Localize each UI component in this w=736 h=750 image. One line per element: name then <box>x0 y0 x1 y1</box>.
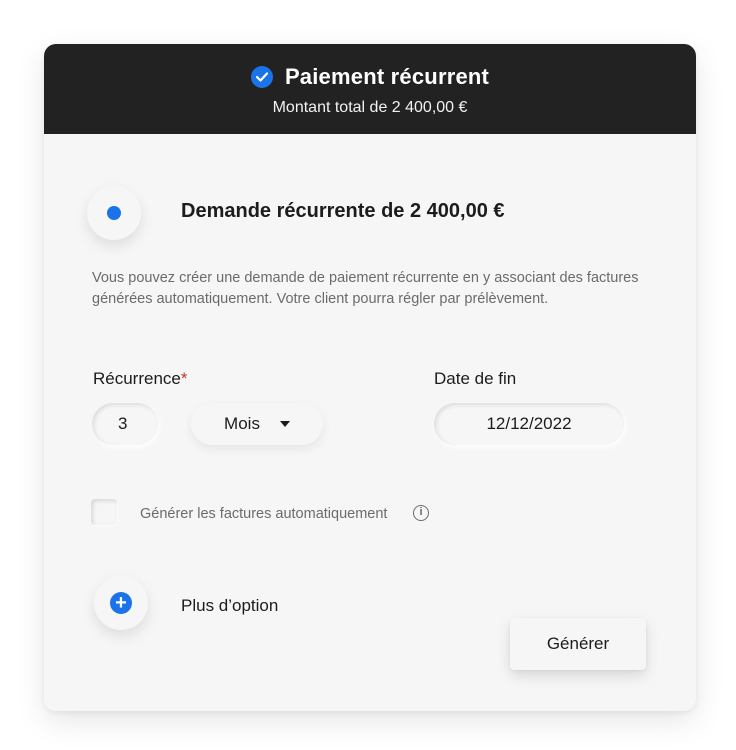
recurrence-count-input[interactable]: 3 <box>92 403 158 445</box>
info-icon[interactable]: i <box>413 505 429 521</box>
end-date-input[interactable]: 12/12/2022 <box>434 403 624 445</box>
end-date-value: 12/12/2022 <box>486 414 572 433</box>
generate-button[interactable]: Générer <box>510 618 646 670</box>
recurring-option-radio[interactable] <box>87 186 141 240</box>
recurrence-label: Récurrence* <box>93 369 188 389</box>
more-options-label[interactable]: Plus d’option <box>181 596 278 616</box>
payment-card: Paiement récurrent Montant total de 2 40… <box>44 44 696 711</box>
required-mark: * <box>180 369 188 388</box>
recurrence-label-text: Récurrence <box>93 369 181 388</box>
plus-circle-icon: + <box>110 592 132 614</box>
auto-invoices-label: Générer les factures automatiquement <box>140 506 388 522</box>
more-options-button[interactable]: + <box>94 576 148 630</box>
option-description: Vous pouvez créer une demande de paiemen… <box>92 270 639 307</box>
recurrence-count-value: 3 <box>118 414 128 433</box>
check-circle-icon <box>250 66 273 88</box>
header-title-row: Paiement récurrent <box>44 64 696 90</box>
end-date-label: Date de fin <box>434 369 517 388</box>
header-title: Paiement récurrent <box>284 64 490 89</box>
recurrence-unit-select[interactable]: Mois <box>191 403 323 445</box>
recurring-option-title: Demande récurrente de 2 400,00 € <box>181 200 505 222</box>
header-subtitle: Montant total de 2 400,00 € <box>272 99 468 116</box>
recurrence-unit-value: Mois <box>224 414 260 433</box>
auto-invoices-checkbox[interactable] <box>91 499 117 525</box>
card-header: Paiement récurrent Montant total de 2 40… <box>44 44 696 134</box>
radio-selected-dot <box>107 206 121 220</box>
caret-down-icon <box>279 421 290 427</box>
